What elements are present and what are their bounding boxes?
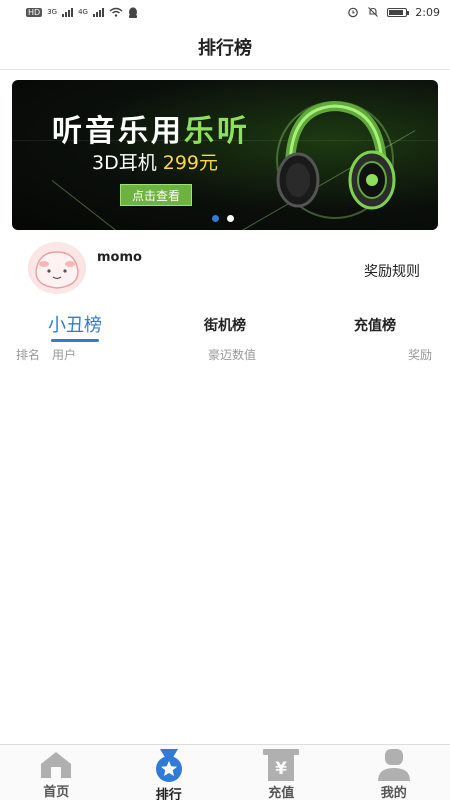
status-time: 2:09 bbox=[415, 5, 440, 19]
tab-arcade-rank[interactable]: 街机榜 bbox=[190, 315, 260, 335]
status-bar: HD 3G 4G 2:09 bbox=[0, 0, 450, 24]
battery-icon bbox=[387, 7, 410, 17]
banner-view-button[interactable]: 点击查看 bbox=[120, 184, 192, 206]
banner-product: 3D耳机 bbox=[92, 152, 157, 174]
column-rank: 排名 bbox=[16, 348, 41, 362]
wifi-icon bbox=[109, 7, 123, 17]
page-title: 排行榜 bbox=[198, 37, 252, 59]
reward-rules-link[interactable]: 奖励规则 bbox=[364, 261, 420, 281]
banner-headline-main: 听音乐用 bbox=[52, 114, 184, 149]
yen-icon: ¥ bbox=[263, 749, 300, 781]
avatar[interactable] bbox=[28, 242, 86, 294]
column-value: 豪迈数值 bbox=[208, 348, 257, 362]
avatar-image bbox=[31, 242, 83, 294]
alarm-icon bbox=[348, 7, 359, 18]
bottom-nav: 首页 排行 ¥ 充值 我的 bbox=[0, 744, 450, 800]
table-header: 排名 用户 豪迈数值 奖励 bbox=[0, 346, 450, 364]
banner-headline: 听音乐用乐听 bbox=[52, 106, 250, 150]
status-left: HD 3G 4G bbox=[26, 6, 138, 18]
user-name: momo bbox=[97, 250, 142, 265]
banner-subtitle: 3D耳机 299元 bbox=[92, 148, 218, 175]
banner-price: 299元 bbox=[162, 152, 218, 174]
banner-headline-highlight: 乐听 bbox=[184, 114, 250, 149]
network-1-label: 3G bbox=[47, 8, 58, 16]
mute-icon bbox=[368, 7, 379, 17]
carousel-dot-active[interactable] bbox=[212, 215, 219, 222]
tab-recharge-rank[interactable]: 充值榜 bbox=[340, 315, 410, 335]
promo-banner[interactable]: 听音乐用乐听 3D耳机 299元 点击查看 bbox=[12, 80, 438, 230]
medal-icon bbox=[151, 749, 187, 783]
nav-item-ranking[interactable]: 排行 bbox=[113, 745, 226, 800]
column-reward: 奖励 bbox=[407, 348, 432, 362]
nav-label-ranking: 排行 bbox=[155, 788, 182, 800]
headphones-image bbox=[276, 100, 396, 219]
nav-item-mine[interactable]: 我的 bbox=[338, 745, 450, 800]
nav-label-home: 首页 bbox=[43, 785, 70, 800]
home-icon bbox=[38, 749, 74, 780]
signal-icon bbox=[62, 7, 74, 17]
column-user: 用户 bbox=[52, 348, 77, 362]
active-tab-indicator bbox=[51, 339, 99, 342]
nav-item-recharge[interactable]: ¥ 充值 bbox=[225, 745, 338, 800]
header: 排行榜 bbox=[0, 24, 450, 70]
signal-icon-2 bbox=[92, 7, 104, 17]
user-row: momo 奖励规则 bbox=[0, 240, 450, 300]
nav-item-home[interactable]: 首页 bbox=[0, 745, 113, 800]
person-icon bbox=[376, 749, 412, 781]
network-2-label: 4G bbox=[78, 8, 88, 16]
tab-clown-rank[interactable]: 小丑榜 bbox=[42, 311, 108, 337]
qq-icon bbox=[128, 6, 137, 18]
status-right: 2:09 bbox=[347, 6, 440, 19]
nav-label-recharge: 充值 bbox=[268, 786, 295, 800]
hd-indicator: HD bbox=[26, 7, 43, 17]
carousel-dot[interactable] bbox=[227, 215, 234, 222]
ranking-tabs: 小丑榜 街机榜 充值榜 bbox=[0, 310, 450, 344]
svg-text:¥: ¥ bbox=[275, 759, 287, 779]
carousel-indicator bbox=[212, 215, 234, 222]
nav-label-mine: 我的 bbox=[380, 786, 407, 800]
